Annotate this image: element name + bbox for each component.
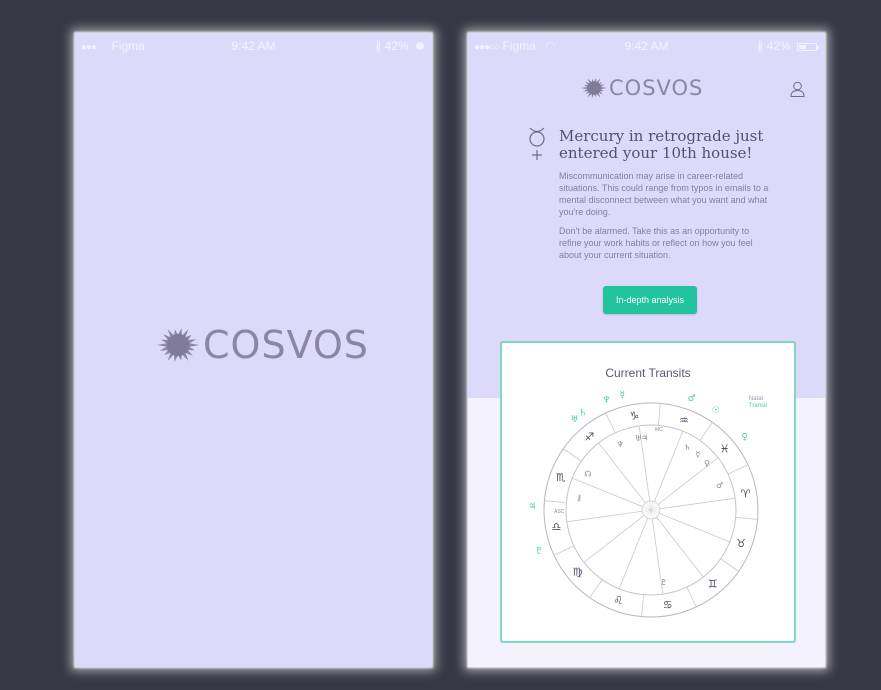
natal-planet: ♆ <box>617 440 624 449</box>
status-bar: ●●●○○ Figma ◠ 9:42 AM ∦ 42% <box>468 33 825 57</box>
battery-icon <box>797 43 819 51</box>
battery-icon <box>416 42 424 50</box>
battery-group: ∦ 42% <box>757 39 819 53</box>
urchin-icon <box>581 77 607 99</box>
house-line <box>659 497 736 510</box>
zodiac-sign: ♒ <box>679 414 689 427</box>
splash-screen: ●●● Figma 9:42 AM ∦ 42% COSVOS <box>75 33 432 667</box>
bluetooth-icon: ∦ <box>757 39 764 53</box>
zodiac-sign: ♏ <box>556 471 566 484</box>
natal-planet: ♀ <box>704 459 710 468</box>
house-line <box>598 442 646 504</box>
zodiac-sign: ♌ <box>613 594 623 607</box>
transit-planet: ♇ <box>535 547 543 557</box>
zodiac-divider <box>686 586 697 608</box>
bluetooth-icon: ∦ <box>375 39 382 53</box>
zodiac-sign: ♈ <box>741 487 751 500</box>
current-transits-card[interactable]: Current Transits Natal Transit ♈ ♓ ♒ ♑ ♐ ♏ ♎ ♍ ♌… <box>500 341 796 643</box>
zodiac-divider <box>553 545 575 556</box>
zodiac-divider <box>699 422 713 441</box>
zodiac-sign: ♉ <box>736 537 746 550</box>
house-line <box>654 431 684 502</box>
in-depth-analysis-button[interactable]: In-depth analysis <box>603 286 697 314</box>
natal-planet: ☊ <box>584 470 591 479</box>
natal-planet: ⚷ <box>576 493 582 502</box>
transit-planet: ☉ <box>712 406 720 416</box>
zodiac-divider <box>727 464 749 475</box>
transit-planet: ♆ <box>602 396 610 406</box>
house-line <box>583 515 645 563</box>
logo-wordmark: COSVOS <box>609 76 704 100</box>
natal-planet: ♄ <box>684 443 691 452</box>
zodiac-sign: ♎ <box>552 521 562 534</box>
zodiac-divider <box>735 517 758 520</box>
zodiac-divider <box>720 558 739 572</box>
transit-planet: ♀ <box>741 433 748 443</box>
battery-group: ∦ 42% <box>375 39 424 53</box>
natal-planet: ♇ <box>660 578 667 587</box>
natal-planet: ♂ <box>716 481 723 490</box>
transit-planet: ☿ <box>619 391 625 401</box>
transit-screen: ●●●○○ Figma ◠ 9:42 AM ∦ 42% COSVOS Mercu… <box>468 33 825 667</box>
house-line <box>618 518 648 589</box>
battery-percent: 42% <box>766 39 791 53</box>
transit-advice: Don't be alarmed. Take this as an opport… <box>559 226 753 260</box>
logo-wordmark: COSVOS <box>203 323 369 367</box>
zodiac-divider <box>658 403 661 426</box>
zodiac-sign: ♋ <box>663 599 673 612</box>
natal-planet: ♃ <box>641 433 648 442</box>
zodiac-divider <box>589 579 603 598</box>
transit-description: Miscommunication may arise in career-rel… <box>559 171 769 217</box>
transit-planet: ♃ <box>528 502 536 512</box>
house-line <box>659 513 730 543</box>
birth-chart-wheel[interactable]: ♈♓♒♑♐♏♎♍♌ ♋♊♉ASCMC♅♆♃♄☿♀♂♇⚷☊♆☿ ♂☉♀♅♄♃♇ <box>502 343 794 641</box>
house-line <box>656 516 704 578</box>
status-bar: ●●● Figma 9:42 AM ∦ 42% <box>75 33 432 57</box>
zodiac-sign: ♊ <box>708 578 718 591</box>
transit-planet: ♅ <box>570 415 578 425</box>
mercury-icon <box>529 127 545 160</box>
zodiac-divider <box>544 500 567 503</box>
house-line <box>572 477 643 507</box>
natal-planet: ☿ <box>695 450 700 459</box>
zodiac-divider <box>641 594 644 617</box>
house-line <box>566 510 643 523</box>
zodiac-sign: ♍ <box>573 566 583 579</box>
transit-planet: ♄ <box>579 409 587 419</box>
mc-label: MC <box>655 427 663 433</box>
zodiac-sign: ♑ <box>629 409 639 422</box>
transit-planet: ♂ <box>688 394 696 404</box>
battery-percent: 42% <box>384 39 409 53</box>
zodiac-sign: ♓ <box>720 442 730 455</box>
profile-icon[interactable] <box>790 81 805 97</box>
asc-label: ASC <box>554 509 565 515</box>
header-logo[interactable]: COSVOS <box>580 76 703 100</box>
urchin-icon <box>157 328 199 362</box>
splash-logo: COSVOS <box>155 323 369 367</box>
zodiac-divider <box>563 448 582 462</box>
zodiac-sign: ♐ <box>584 430 594 443</box>
transit-headline: Mercury in retrograde just entered your … <box>559 127 764 162</box>
zodiac-divider <box>605 412 616 434</box>
